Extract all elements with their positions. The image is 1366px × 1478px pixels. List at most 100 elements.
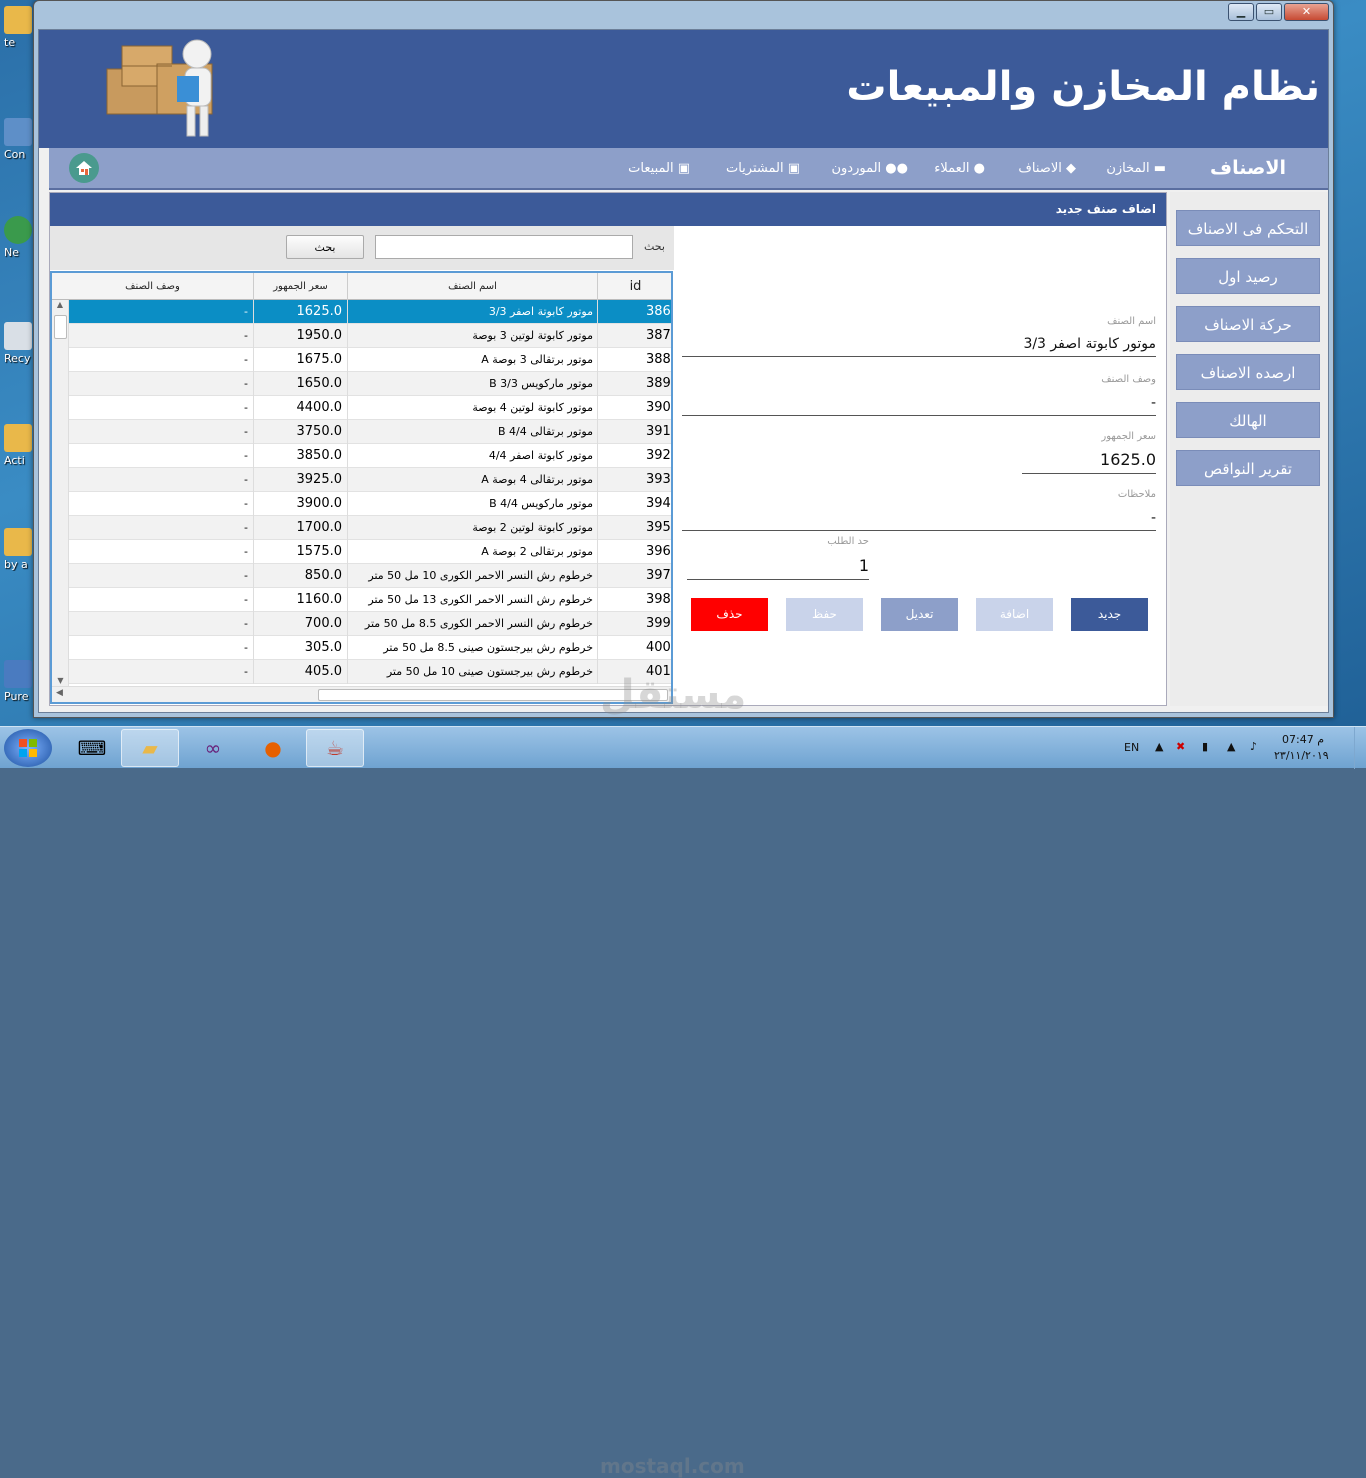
table-row[interactable]: -1650.0 موتور ماركويس 3/3 B 389 (69, 372, 671, 396)
sidebar-item-item-balances[interactable]: ارصده الاصناف (1176, 354, 1320, 390)
sidebar-item-items-control[interactable]: التحكم فى الاصناف (1176, 210, 1320, 246)
cell-id[interactable]: 390 (598, 396, 671, 420)
cell-price[interactable]: 3850.0 (254, 444, 348, 468)
cell-price[interactable]: 1575.0 (254, 540, 348, 564)
cell-name[interactable]: خرطوم رش النسر الاحمر الكورى 10 مل 50 مت… (348, 564, 598, 588)
search-input[interactable] (375, 235, 633, 259)
home-button[interactable] (69, 153, 99, 183)
cell-name[interactable]: خرطوم رش بيرجستون صينى 10 مل 50 متر (348, 660, 598, 684)
notes-field[interactable]: - (682, 510, 1156, 531)
cell-name[interactable]: موتور كابوتة اصفر 3/3 (348, 300, 598, 324)
scroll-left-icon[interactable]: ◀ (56, 688, 63, 698)
cell-id[interactable]: 397 (598, 564, 671, 588)
cell-desc[interactable]: - (69, 444, 254, 468)
table-row[interactable]: -4400.0 موتور كابوتة لوتين 4 بوصة 390 (69, 396, 671, 420)
cell-desc[interactable]: - (69, 396, 254, 420)
cell-desc[interactable]: - (69, 612, 254, 636)
table-row[interactable]: -1625.0 موتور كابوتة اصفر 3/3 386 (69, 300, 671, 324)
nav-item-items[interactable]: ◆ الاصناف (1018, 161, 1076, 176)
save-button[interactable]: حفظ (786, 598, 863, 631)
battery-icon[interactable]: ▮ (1202, 740, 1208, 753)
cell-name[interactable]: موتور برتقالى 4 بوصة A (348, 468, 598, 492)
order-limit-field[interactable]: 1 (687, 556, 869, 580)
column-header-id[interactable]: id (598, 273, 671, 300)
cell-desc[interactable]: - (69, 564, 254, 588)
cell-id[interactable]: 400 (598, 636, 671, 660)
table-row[interactable]: -1575.0 موتور برتقالى 2 بوصة A 396 (69, 540, 671, 564)
cell-id[interactable]: 395 (598, 516, 671, 540)
edit-button[interactable]: تعديل (881, 598, 958, 631)
cell-desc[interactable]: - (69, 660, 254, 684)
cell-desc[interactable]: - (69, 492, 254, 516)
cell-id[interactable]: 398 (598, 588, 671, 612)
table-row[interactable]: -1950.0 موتور كابوتة لوتين 3 بوصة 387 (69, 324, 671, 348)
cell-id[interactable]: 399 (598, 612, 671, 636)
nav-item-suppliers[interactable]: ●● الموردون (831, 161, 908, 176)
clock-date[interactable]: ٢٣/١١/٢٠١٩ (1274, 749, 1329, 762)
cell-name[interactable]: موتور كابوتة لوتين 4 بوصة (348, 396, 598, 420)
taskbar-explorer[interactable]: ▰ (121, 729, 179, 767)
cell-name[interactable]: خرطوم رش النسر الاحمر الكورى 13 مل 50 مت… (348, 588, 598, 612)
cell-price[interactable]: 405.0 (254, 660, 348, 684)
cell-desc[interactable]: - (69, 516, 254, 540)
cell-desc[interactable]: - (69, 468, 254, 492)
vertical-scrollbar[interactable]: ▲ ▼ (52, 300, 69, 686)
title-bar[interactable]: ▁ ▭ ✕ (34, 1, 1333, 29)
cell-id[interactable]: 386 (598, 300, 671, 324)
sidebar-item-shortage-report[interactable]: تقرير النواقص (1176, 450, 1320, 486)
cell-id[interactable]: 387 (598, 324, 671, 348)
scroll-down-icon[interactable]: ▼ (52, 676, 69, 685)
cell-price[interactable]: 1625.0 (254, 300, 348, 324)
cell-price[interactable]: 1950.0 (254, 324, 348, 348)
cell-id[interactable]: 394 (598, 492, 671, 516)
cell-price[interactable]: 3750.0 (254, 420, 348, 444)
cell-desc[interactable]: - (69, 324, 254, 348)
search-button[interactable]: بحث (286, 235, 364, 259)
table-row[interactable]: -850.0 خرطوم رش النسر الاحمر الكورى 10 مل… (69, 564, 671, 588)
table-row[interactable]: -405.0 خرطوم رش بيرجستون صينى 10 مل 50 مت… (69, 660, 671, 684)
cell-price[interactable]: 850.0 (254, 564, 348, 588)
cell-name[interactable]: موتور ماركويس 4/4 B (348, 492, 598, 516)
cell-name[interactable]: موتور برتقالى 4/4 B (348, 420, 598, 444)
nav-item-sales[interactable]: ▣ المبيعات (628, 161, 690, 176)
minimize-button[interactable]: ▁ (1228, 3, 1254, 21)
network-error-icon[interactable]: ✖ (1176, 740, 1185, 753)
nav-item-stores[interactable]: ▬ المخازن (1106, 161, 1166, 176)
cell-price[interactable]: 1675.0 (254, 348, 348, 372)
price-field[interactable]: 1625.0 (1022, 450, 1156, 474)
show-hidden-icons-icon[interactable]: ▲ (1155, 740, 1163, 753)
sidebar-item-damaged[interactable]: الهالك (1176, 402, 1320, 438)
nav-item-purchases[interactable]: ▣ المشتريات (726, 161, 800, 176)
cell-price[interactable]: 305.0 (254, 636, 348, 660)
language-indicator[interactable]: EN (1124, 741, 1139, 754)
scroll-up-icon[interactable]: ▲ (52, 300, 68, 309)
table-row[interactable]: -3750.0 موتور برتقالى 4/4 B 391 (69, 420, 671, 444)
cell-id[interactable]: 393 (598, 468, 671, 492)
cell-id[interactable]: 396 (598, 540, 671, 564)
column-header-name[interactable]: اسم الصنف (348, 273, 598, 300)
cell-price[interactable]: 3925.0 (254, 468, 348, 492)
cell-desc[interactable]: - (69, 588, 254, 612)
cell-id[interactable]: 391 (598, 420, 671, 444)
taskbar-keyboard-app[interactable]: ⌨ (63, 729, 121, 767)
cell-name[interactable]: خرطوم رش النسر الاحمر الكورى 8.5 مل 50 م… (348, 612, 598, 636)
cell-price[interactable]: 1700.0 (254, 516, 348, 540)
cell-name[interactable]: موتور برتقالى 3 بوصة A (348, 348, 598, 372)
sidebar-item-opening-balance[interactable]: رصيد اول (1176, 258, 1320, 294)
cell-desc[interactable]: - (69, 300, 254, 324)
cell-desc[interactable]: - (69, 540, 254, 564)
delete-button[interactable]: حذف (691, 598, 768, 631)
show-desktop-button[interactable] (1354, 727, 1366, 769)
column-header-desc[interactable]: وصف الصنف (52, 273, 254, 300)
cell-price[interactable]: 4400.0 (254, 396, 348, 420)
cell-price[interactable]: 1650.0 (254, 372, 348, 396)
cell-price[interactable]: 700.0 (254, 612, 348, 636)
scroll-thumb[interactable] (54, 315, 67, 339)
cell-name[interactable]: موتور كابوتة لوتين 2 بوصة (348, 516, 598, 540)
table-row[interactable]: -700.0 خرطوم رش النسر الاحمر الكورى 8.5 م… (69, 612, 671, 636)
cell-id[interactable]: 389 (598, 372, 671, 396)
new-button[interactable]: جديد (1071, 598, 1148, 631)
table-row[interactable]: -1160.0 خرطوم رش النسر الاحمر الكورى 13 م… (69, 588, 671, 612)
close-button[interactable]: ✕ (1284, 3, 1329, 21)
taskbar-firefox[interactable]: ● (244, 729, 302, 767)
